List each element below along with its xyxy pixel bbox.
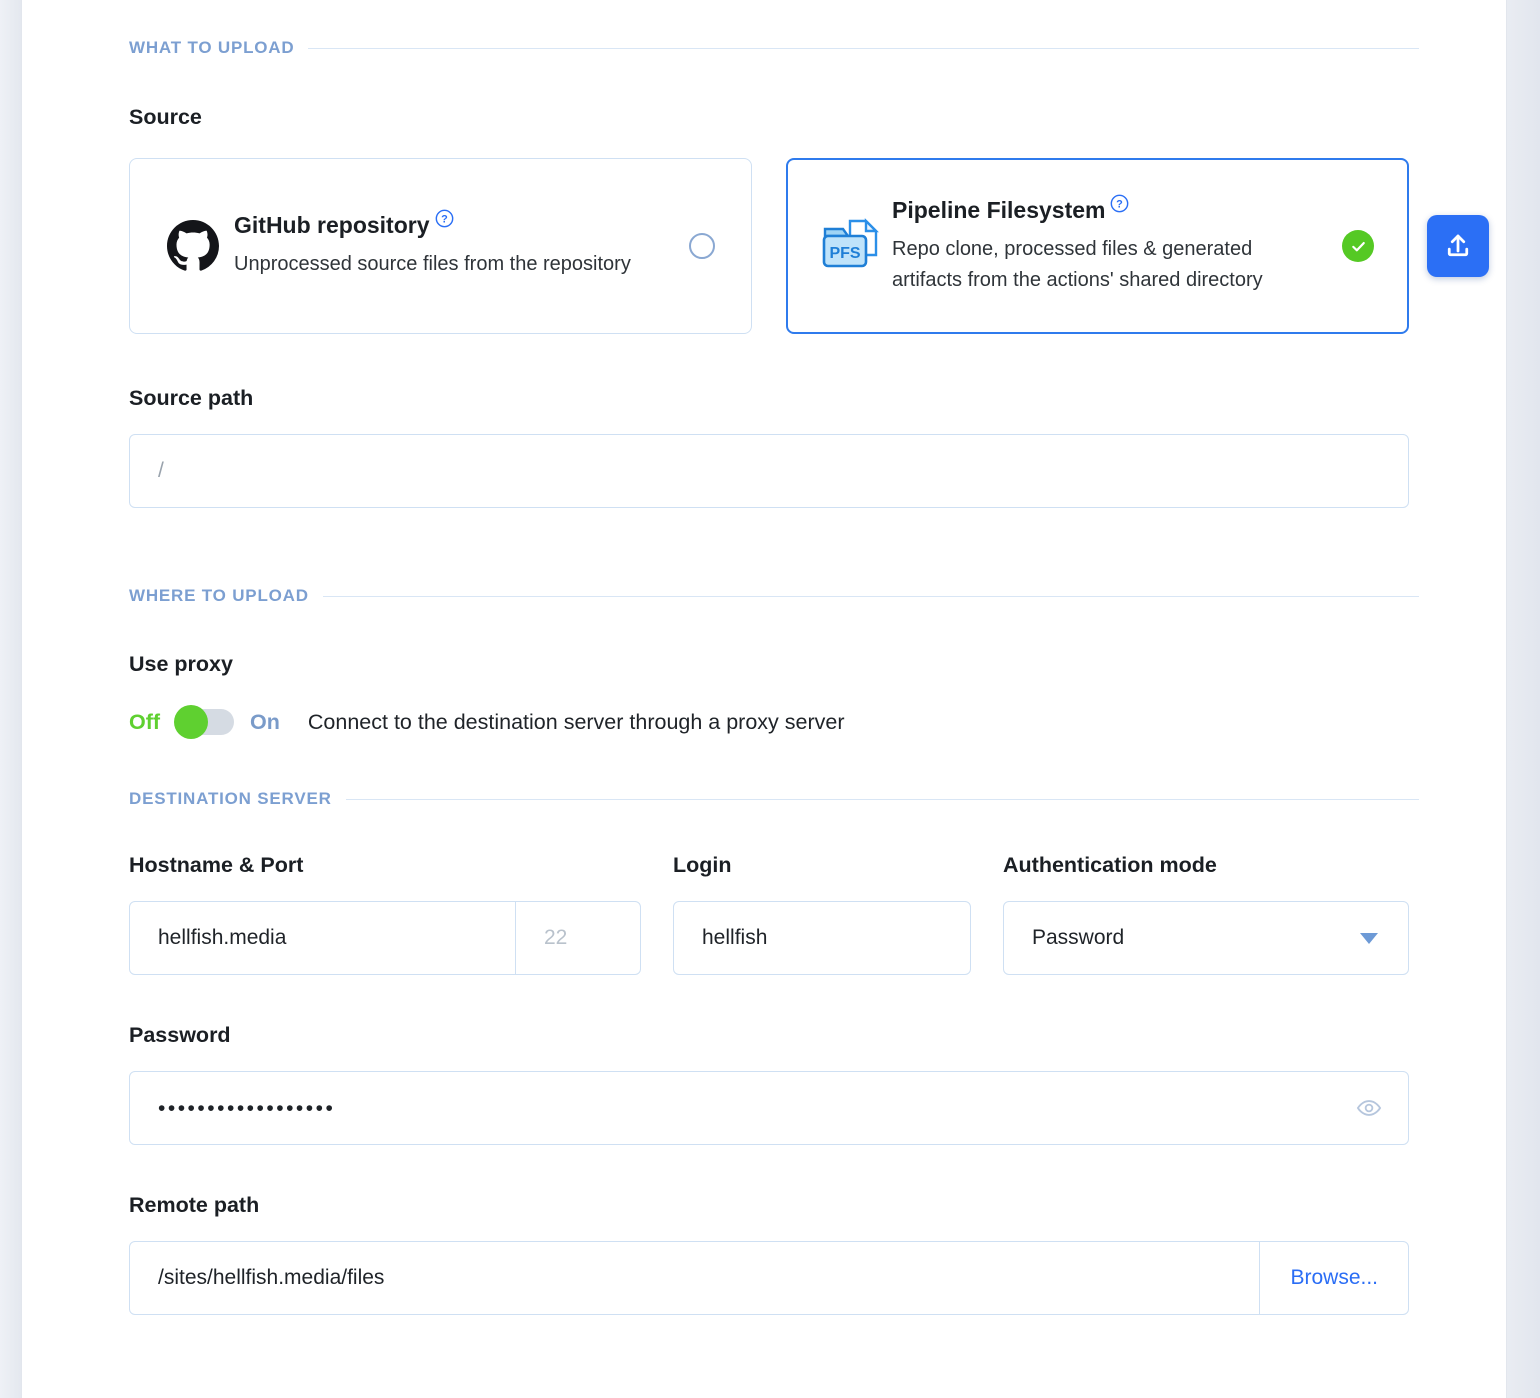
form-content: WHAT TO UPLOAD Source GitHub repository bbox=[129, 0, 1419, 1315]
remote-path-input[interactable]: /sites/hellfish.media/files bbox=[130, 1242, 1259, 1314]
server-fields-row: hellfish.media 22 hellfish Password bbox=[129, 901, 1419, 975]
hostname-port-field[interactable]: hellfish.media 22 bbox=[129, 901, 641, 975]
right-scrollbar-gutter[interactable] bbox=[1506, 0, 1540, 1398]
source-path-label: Source path bbox=[129, 386, 254, 410]
source-card-pipeline-filesystem[interactable]: PFS Pipeline Filesystem ? Repo clone, pr… bbox=[786, 158, 1409, 334]
section-label-destination-server: DESTINATION SERVER bbox=[129, 789, 332, 808]
source-path-input[interactable]: / bbox=[129, 434, 1409, 508]
login-label: Login bbox=[673, 853, 732, 877]
toggle-on-label: On bbox=[250, 709, 280, 734]
toggle-knob bbox=[174, 705, 209, 739]
pfs-card-state[interactable] bbox=[1335, 230, 1381, 262]
use-proxy-label: Use proxy bbox=[129, 652, 233, 676]
remote-path-field[interactable]: /sites/hellfish.media/files Browse... bbox=[129, 1241, 1409, 1315]
pfs-card-title-row: Pipeline Filesystem ? bbox=[892, 194, 1129, 224]
port-input[interactable]: 22 bbox=[516, 902, 640, 974]
use-proxy-toggle[interactable] bbox=[174, 705, 235, 739]
svg-text:?: ? bbox=[441, 214, 448, 226]
source-label: Source bbox=[129, 105, 202, 129]
password-input[interactable]: •••••••••••••••••• bbox=[130, 1072, 1342, 1144]
section-divider bbox=[308, 47, 1419, 49]
auth-mode-label: Authentication mode bbox=[1003, 853, 1217, 877]
pfs-card-description: Repo clone, processed files & generated … bbox=[892, 237, 1263, 291]
help-circle-icon[interactable]: ? bbox=[1110, 192, 1129, 212]
section-where-to-upload: WHERE TO UPLOAD bbox=[129, 586, 1419, 606]
section-what-to-upload: WHAT TO UPLOAD bbox=[129, 38, 1419, 58]
hostname-port-label: Hostname & Port bbox=[129, 853, 304, 877]
remote-path-label: Remote path bbox=[129, 1193, 260, 1217]
github-card-body: GitHub repository ? Unprocessed source f… bbox=[230, 209, 679, 280]
page-root: WHAT TO UPLOAD Source GitHub repository bbox=[0, 0, 1540, 1398]
check-circle-icon bbox=[1342, 230, 1374, 262]
github-card-description: Unprocessed source files from the reposi… bbox=[234, 253, 631, 275]
section-label-what-to-upload: WHAT TO UPLOAD bbox=[129, 38, 295, 57]
section-divider bbox=[322, 595, 1419, 597]
section-label-where-to-upload: WHERE TO UPLOAD bbox=[129, 586, 309, 605]
login-input[interactable]: hellfish bbox=[673, 901, 971, 975]
github-card-title-row: GitHub repository ? bbox=[234, 209, 454, 239]
section-destination-server: DESTINATION SERVER bbox=[129, 789, 1419, 809]
section-divider bbox=[345, 798, 1419, 800]
upload-button[interactable] bbox=[1427, 215, 1489, 277]
use-proxy-description: Connect to the destination server throug… bbox=[307, 709, 845, 734]
auth-mode-select[interactable]: Password bbox=[1003, 901, 1409, 975]
github-card-state[interactable] bbox=[679, 233, 725, 259]
server-labels-row: Hostname & Port Login Authentication mod… bbox=[129, 853, 1419, 878]
auth-mode-value: Password bbox=[1032, 926, 1125, 949]
upload-icon bbox=[1447, 234, 1469, 257]
use-proxy-row: Off On Connect to the destination server… bbox=[129, 705, 1419, 739]
browse-button[interactable]: Browse... bbox=[1260, 1242, 1408, 1314]
svg-text:?: ? bbox=[1117, 198, 1124, 210]
password-field[interactable]: •••••••••••••••••• bbox=[129, 1071, 1409, 1145]
github-card-title: GitHub repository bbox=[234, 212, 430, 238]
pfs-card-title: Pipeline Filesystem bbox=[892, 196, 1106, 223]
form-canvas: WHAT TO UPLOAD Source GitHub repository bbox=[23, 0, 1506, 1398]
chevron-down-icon[interactable] bbox=[1330, 902, 1408, 974]
radio-unchecked-icon[interactable] bbox=[689, 233, 715, 259]
pfs-folder-icon: PFS bbox=[814, 217, 888, 275]
source-card-group: GitHub repository ? Unprocessed source f… bbox=[129, 158, 1419, 334]
help-circle-icon[interactable]: ? bbox=[435, 207, 454, 228]
pfs-card-body: Pipeline Filesystem ? Repo clone, proces… bbox=[888, 194, 1335, 296]
svg-text:PFS: PFS bbox=[829, 245, 860, 262]
github-icon bbox=[156, 220, 230, 272]
source-card-github[interactable]: GitHub repository ? Unprocessed source f… bbox=[129, 158, 752, 334]
hostname-input[interactable]: hellfish.media bbox=[130, 902, 515, 974]
eye-icon[interactable] bbox=[1342, 1072, 1408, 1144]
toggle-off-label: Off bbox=[129, 709, 161, 734]
left-gutter bbox=[0, 0, 22, 1398]
password-label: Password bbox=[129, 1023, 231, 1047]
